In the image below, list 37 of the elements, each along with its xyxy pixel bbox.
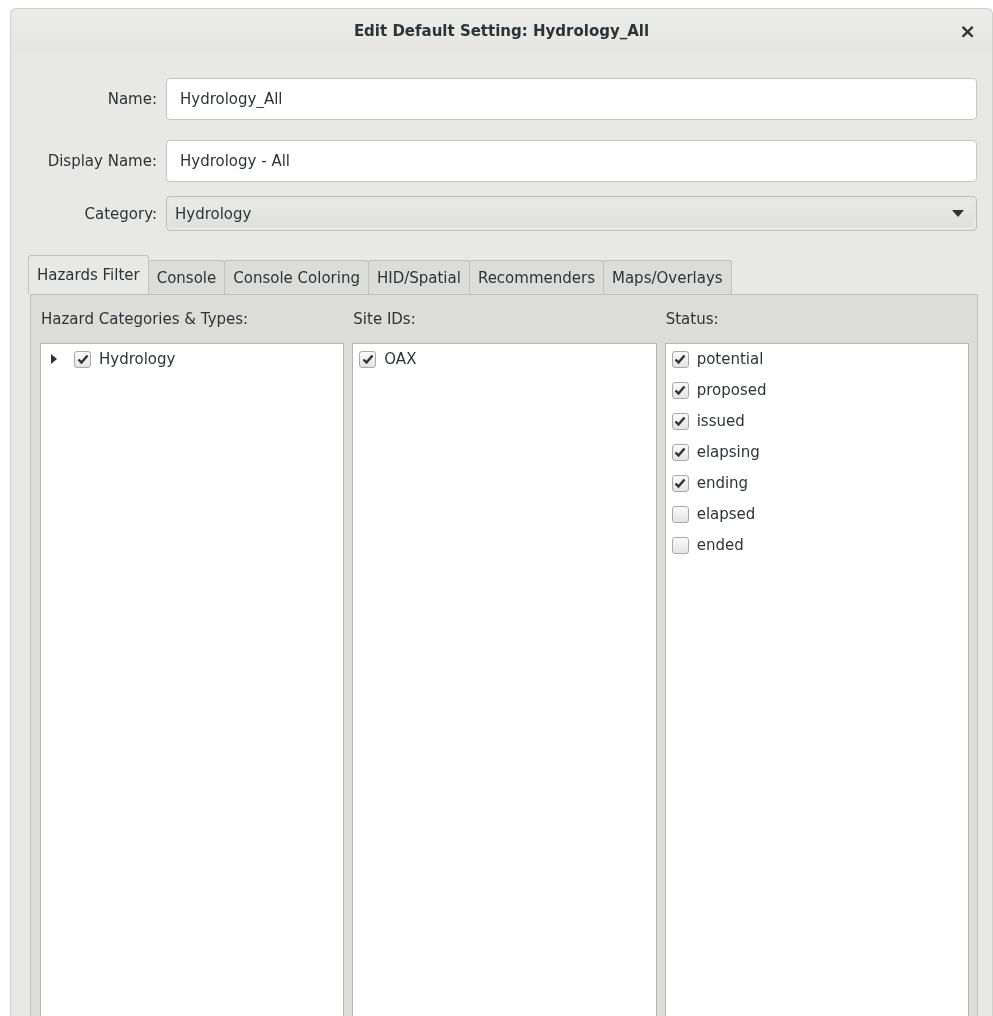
item-label: ended	[696, 536, 744, 554]
checkbox[interactable]	[671, 505, 689, 523]
item-label: ending	[696, 474, 749, 492]
item-label: elapsing	[696, 443, 760, 461]
column-heading: Hazard Categories & Types:	[41, 309, 250, 330]
checkbox[interactable]	[359, 350, 377, 368]
window-title: Edit Default Setting: Hydrology_All	[353, 22, 650, 40]
item-label: OAX	[384, 350, 417, 368]
field-label: Name:	[106, 90, 157, 108]
tab[interactable]: Recommenders	[468, 260, 604, 294]
item-label: potential	[696, 350, 764, 368]
dropdown-caret-icon	[952, 210, 964, 217]
close-button[interactable]: ×	[955, 19, 980, 43]
tab[interactable]: HID/Spatial	[367, 260, 470, 294]
checkbox[interactable]	[671, 381, 689, 399]
tab[interactable]: Hazards Filter	[28, 255, 149, 294]
column-heading: Status:	[665, 309, 720, 330]
field-label: Display Name:	[46, 152, 157, 170]
input-field[interactable]: Hydrology - All	[166, 140, 977, 182]
input-field[interactable]: Hydrology_All	[166, 78, 977, 120]
checkbox[interactable]	[671, 443, 689, 461]
column-heading: Site IDs:	[353, 309, 417, 330]
category-dropdown[interactable]: Hydrology	[166, 196, 977, 231]
expander-icon[interactable]	[51, 354, 58, 364]
item-label: elapsed	[696, 505, 756, 523]
item-label: issued	[696, 412, 745, 430]
checkbox[interactable]	[671, 350, 689, 368]
checkbox[interactable]	[671, 412, 689, 430]
tab[interactable]: Console	[147, 260, 226, 294]
item-label: Hydrology	[99, 350, 176, 368]
checkbox[interactable]	[671, 536, 689, 554]
item-label: proposed	[696, 381, 767, 399]
tab[interactable]: Console Coloring	[224, 260, 369, 294]
checkbox[interactable]	[671, 474, 689, 492]
tab[interactable]: Maps/Overlays	[603, 260, 732, 294]
field-label: Category:	[83, 204, 157, 223]
checkbox[interactable]	[74, 350, 91, 368]
